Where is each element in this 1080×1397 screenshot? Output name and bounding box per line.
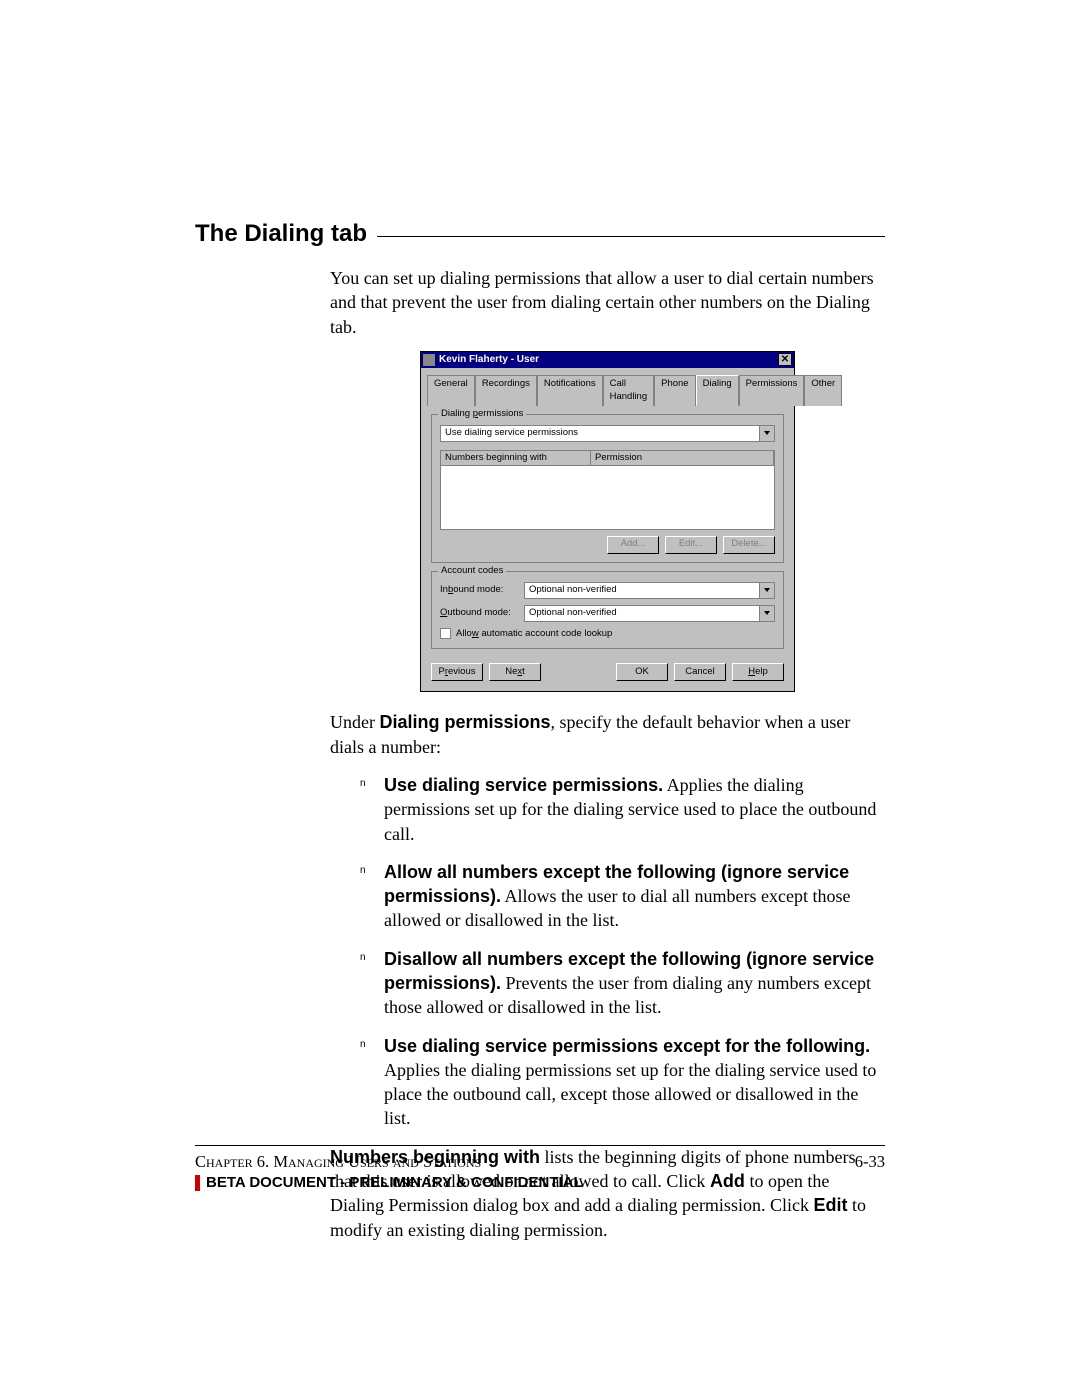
tab-phone[interactable]: Phone [654, 375, 695, 406]
page-number: 6-33 [855, 1152, 885, 1172]
checkbox-label: Allow automatic account code lookup [456, 628, 612, 641]
edit-button[interactable]: Edit... [665, 536, 717, 554]
previous-button[interactable]: Previous [431, 663, 483, 681]
dialog-button-row: Previous Next OK Cancel Help [421, 657, 794, 691]
tab-strip: General Recordings Notifications Call Ha… [421, 368, 794, 405]
heading-rule [377, 236, 885, 237]
outbound-label: Outbound mode: [440, 607, 518, 620]
page-footer: Chapter 6. Managing Users and Stations 6… [195, 1145, 885, 1191]
tab-call-handling[interactable]: Call Handling [603, 375, 655, 406]
auto-lookup-checkbox[interactable]: Allow automatic account code lookup [440, 628, 775, 641]
tab-notifications[interactable]: Notifications [537, 375, 603, 406]
outbound-value: Optional non-verified [525, 607, 759, 620]
tab-other[interactable]: Other [804, 375, 842, 406]
dialing-permissions-label: Dialing permissions [438, 408, 526, 421]
chapter-label: Chapter 6. Managing Users and Stations [195, 1152, 481, 1172]
list-item: Disallow all numbers except the followin… [360, 947, 885, 1020]
inbound-value: Optional non-verified [525, 584, 759, 597]
chevron-down-icon[interactable] [759, 426, 774, 441]
dialog-screenshot: Kevin Flaherty - User ✕ General Recordin… [420, 351, 795, 692]
inbound-label: Inbound mode: [440, 584, 518, 597]
outbound-combo[interactable]: Optional non-verified [524, 605, 775, 622]
intro-paragraph: You can set up dialing permissions that … [330, 266, 885, 339]
cancel-button[interactable]: Cancel [674, 663, 726, 681]
footer-rule [195, 1145, 885, 1146]
permissions-list[interactable]: Numbers beginning with Permission [440, 450, 775, 530]
app-icon [423, 354, 435, 366]
list-header: Numbers beginning with Permission [441, 451, 774, 467]
list-item: Use dialing service permissions. Applies… [360, 773, 885, 846]
chevron-down-icon[interactable] [759, 606, 774, 621]
inbound-combo[interactable]: Optional non-verified [524, 582, 775, 599]
confidential-label: BETA DOCUMENT - PRELIMINARY & CONFIDENTI… [206, 1174, 583, 1191]
tab-general[interactable]: General [427, 375, 475, 406]
window-title: Kevin Flaherty - User [439, 353, 778, 367]
ok-button[interactable]: OK [616, 663, 668, 681]
under-dialing-paragraph: Under Dialing permissions, specify the d… [330, 710, 885, 759]
user-dialog: Kevin Flaherty - User ✕ General Recordin… [420, 351, 795, 692]
list-item: Allow all numbers except the following (… [360, 860, 885, 933]
close-button[interactable]: ✕ [778, 353, 792, 366]
heading-text: The Dialing tab [195, 220, 367, 248]
col-permission: Permission [591, 451, 774, 466]
dialing-permissions-combo[interactable]: Use dialing service permissions [440, 425, 775, 442]
account-codes-label: Account codes [438, 565, 506, 578]
chevron-down-icon[interactable] [759, 583, 774, 598]
tab-dialing[interactable]: Dialing [696, 375, 739, 406]
add-button[interactable]: Add... [607, 536, 659, 554]
account-codes-group: Account codes Inbound mode: Optional non… [431, 571, 784, 650]
section-heading: The Dialing tab [195, 220, 885, 248]
help-button[interactable]: Help [732, 663, 784, 681]
checkbox-icon[interactable] [440, 628, 451, 639]
options-list: Use dialing service permissions. Applies… [360, 773, 885, 1131]
tab-permissions[interactable]: Permissions [739, 375, 805, 406]
red-bar-icon [195, 1175, 200, 1191]
col-numbers: Numbers beginning with [441, 451, 591, 466]
tab-recordings[interactable]: Recordings [475, 375, 537, 406]
dialing-permissions-group: Dialing permissions Use dialing service … [431, 414, 784, 563]
combo-value: Use dialing service permissions [441, 427, 759, 440]
next-button[interactable]: Next [489, 663, 541, 681]
delete-button[interactable]: Delete... [723, 536, 775, 554]
list-item: Use dialing service permissions except f… [360, 1034, 885, 1131]
titlebar: Kevin Flaherty - User ✕ [421, 352, 794, 368]
